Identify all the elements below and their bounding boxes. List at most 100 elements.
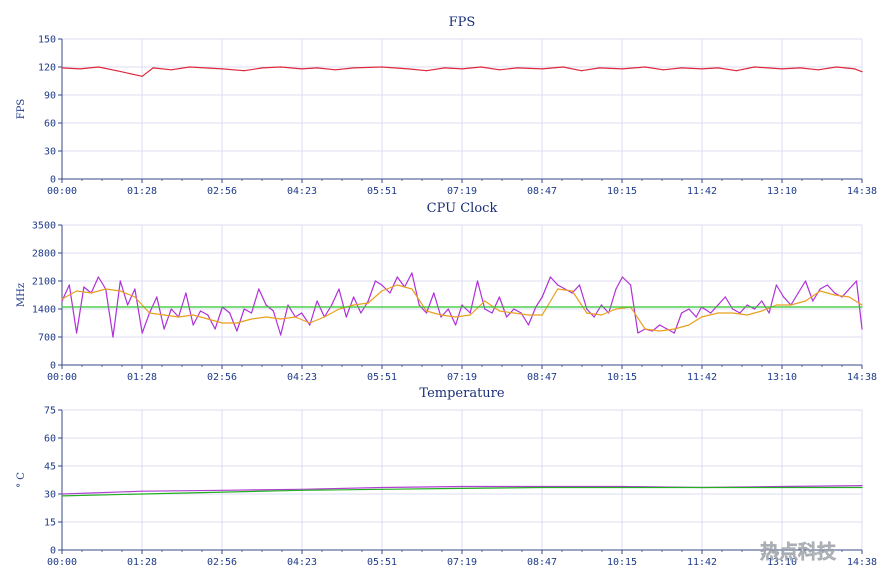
data-point: [644, 66, 646, 68]
data-point: [455, 324, 457, 326]
x-tick-label: 01:28: [127, 186, 157, 197]
data-point: [717, 67, 719, 69]
x-tick-label: 08:47: [527, 372, 557, 383]
data-point: [141, 493, 143, 495]
data-point: [119, 290, 121, 292]
data-point: [861, 306, 863, 308]
data-point: [834, 292, 836, 294]
data-point: [407, 68, 409, 70]
data-point: [447, 308, 449, 310]
data-point: [541, 314, 543, 316]
data-point: [498, 296, 500, 298]
watermark: 热点科技: [760, 540, 837, 563]
data-point: [301, 68, 303, 70]
data-point: [116, 70, 118, 72]
data-point: [790, 304, 792, 306]
data-point: [717, 312, 719, 314]
data-point: [644, 328, 646, 330]
data-point: [659, 324, 661, 326]
data-point: [61, 67, 63, 69]
x-tick-label: 10:15: [607, 372, 637, 383]
data-point: [148, 312, 151, 314]
y-tick-label: 30: [44, 490, 56, 501]
data-point: [323, 316, 325, 318]
chart-panel-1: 00:00 01:28 02:56 04:23 05:51 07:19 08:47 10:15…: [16, 201, 877, 383]
data-point: [541, 296, 543, 298]
data-point: [301, 489, 303, 491]
x-tick-label: 07:19: [447, 557, 477, 568]
data-point: [152, 67, 154, 69]
data-point: [506, 316, 508, 318]
data-point: [141, 332, 143, 334]
data-point: [775, 304, 778, 306]
data-point: [513, 312, 515, 314]
data-point: [316, 300, 318, 302]
data-point: [621, 276, 624, 278]
data-point: [425, 310, 428, 312]
data-point: [221, 489, 223, 491]
data-point: [79, 68, 81, 70]
data-point: [396, 284, 398, 286]
x-tick-label: 13:10: [767, 372, 797, 383]
x-tick-label: 04:23: [287, 372, 317, 383]
x-tick-label: 11:42: [687, 372, 717, 383]
data-point: [353, 304, 355, 306]
data-point: [61, 300, 63, 302]
x-tick-label: 01:28: [127, 557, 157, 568]
data-point: [819, 290, 821, 292]
data-point: [812, 300, 814, 302]
data-point: [681, 67, 683, 69]
data-point: [783, 296, 785, 298]
x-tick-label: 10:15: [607, 186, 637, 197]
data-point: [440, 316, 442, 318]
data-point: [411, 272, 413, 274]
data-point: [586, 308, 588, 310]
data-point: [580, 70, 583, 72]
data-point: [440, 314, 442, 316]
data-point: [469, 314, 471, 316]
data-point: [717, 304, 719, 306]
data-point: [185, 292, 187, 294]
data-point: [621, 68, 624, 70]
chart-panel-2: 00:00 01:28 02:56 04:23 05:51 07:19 08:47 10:15…: [16, 386, 877, 568]
y-axis-label: FPS: [16, 99, 27, 120]
x-tick-label: 00:00: [47, 186, 77, 197]
data-point: [753, 308, 756, 310]
x-tick-label: 14:38: [847, 186, 877, 197]
data-point: [586, 312, 588, 314]
y-tick-label: 3500: [32, 221, 56, 232]
data-point: [681, 312, 683, 314]
data-point: [513, 308, 515, 310]
y-tick-label: 120: [38, 63, 56, 74]
data-point: [621, 486, 624, 489]
data-point: [294, 316, 296, 318]
data-point: [105, 288, 107, 290]
y-tick-label: 150: [38, 35, 56, 46]
data-point: [170, 69, 172, 71]
data-point: [221, 491, 223, 493]
data-point: [189, 66, 191, 68]
data-point: [761, 310, 763, 312]
x-tick-label: 11:42: [687, 557, 717, 568]
data-point: [214, 328, 216, 330]
data-point: [280, 318, 282, 320]
data-point: [83, 286, 85, 288]
data-point: [61, 298, 63, 300]
data-point: [258, 288, 260, 290]
data-point: [316, 67, 318, 69]
data-point: [484, 308, 486, 310]
data-point: [141, 490, 143, 492]
data-point: [411, 288, 413, 290]
data-point: [469, 312, 471, 314]
data-point: [61, 493, 63, 495]
data-point: [861, 304, 863, 306]
data-point: [261, 67, 264, 69]
data-point: [367, 302, 369, 304]
data-point: [207, 314, 209, 316]
data-point: [127, 304, 129, 306]
data-point: [768, 312, 770, 314]
data-point: [250, 318, 253, 320]
data-point: [134, 288, 136, 290]
data-point: [301, 312, 303, 314]
x-tick-label: 04:23: [287, 186, 317, 197]
